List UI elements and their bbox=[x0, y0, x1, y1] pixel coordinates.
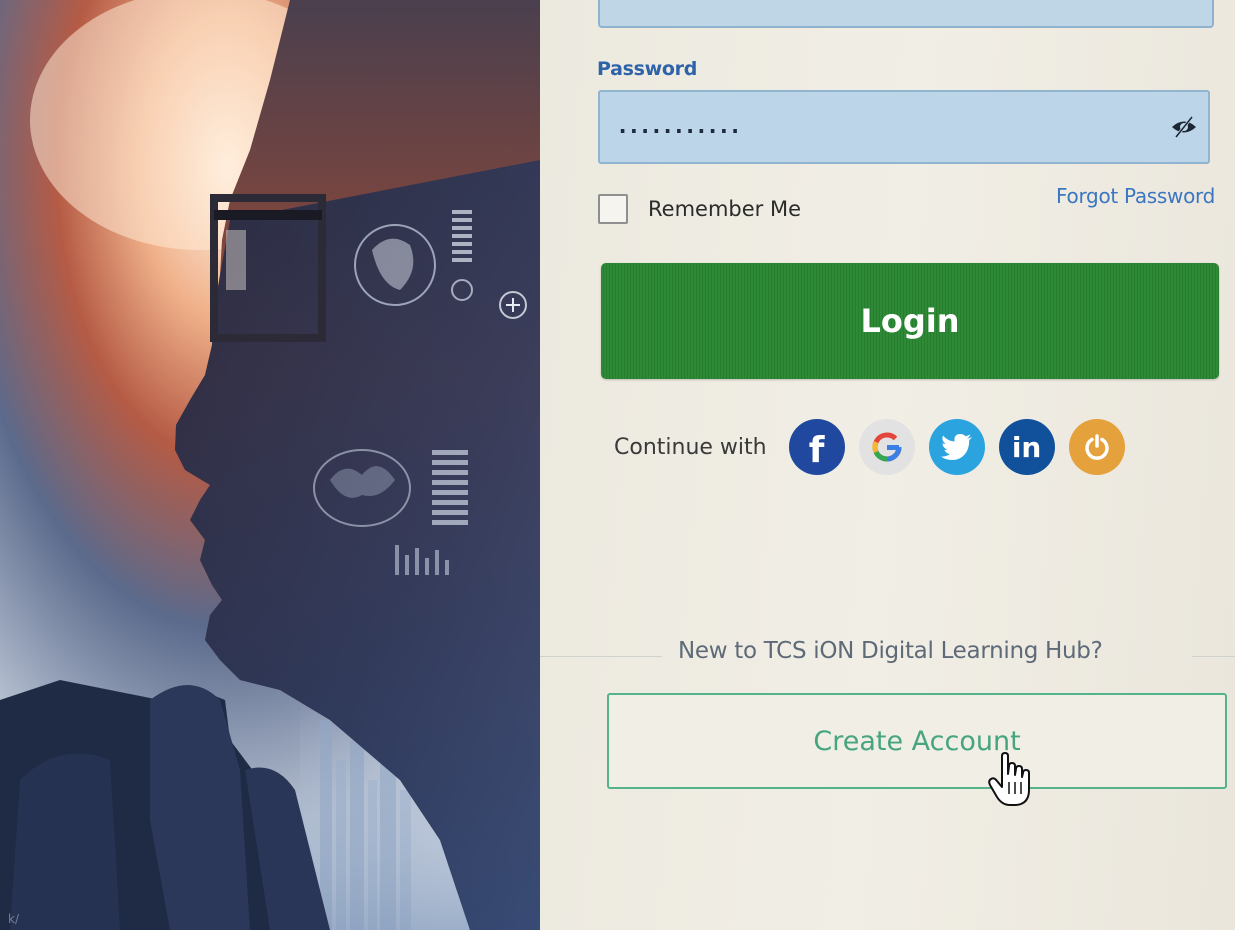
remember-checkbox[interactable] bbox=[598, 194, 628, 224]
password-label: Password bbox=[597, 58, 698, 80]
google-icon[interactable] bbox=[858, 419, 915, 475]
power-icon[interactable] bbox=[1068, 419, 1125, 475]
login-screen: k/ Password ........... Remember Me Forg… bbox=[0, 0, 1235, 930]
password-value: ........... bbox=[616, 114, 742, 139]
eye-slash-icon[interactable] bbox=[1170, 114, 1198, 140]
hero-image: k/ bbox=[0, 0, 540, 930]
hero-illustration bbox=[0, 0, 540, 930]
continue-with-label: Continue with bbox=[614, 434, 767, 460]
remember-me[interactable]: Remember Me bbox=[598, 194, 801, 224]
forgot-password-link[interactable]: Forgot Password bbox=[1056, 184, 1215, 208]
status-url: k/ bbox=[8, 912, 19, 926]
create-account-button[interactable]: Create Account bbox=[607, 693, 1227, 789]
social-login-row: Continue with f in bbox=[614, 412, 1139, 482]
username-input[interactable] bbox=[598, 0, 1214, 28]
divider-right bbox=[1192, 656, 1235, 657]
linkedin-icon[interactable]: in bbox=[998, 419, 1055, 475]
twitter-icon[interactable] bbox=[928, 419, 985, 475]
divider-left bbox=[540, 656, 662, 657]
facebook-icon[interactable]: f bbox=[788, 419, 845, 475]
remember-label: Remember Me bbox=[648, 197, 801, 221]
password-input[interactable]: ........... bbox=[598, 90, 1210, 164]
login-panel: Password ........... Remember Me Forgot … bbox=[540, 0, 1235, 930]
login-button[interactable]: Login bbox=[601, 263, 1219, 379]
signup-prompt: New to TCS iON Digital Learning Hub? bbox=[678, 638, 1103, 664]
